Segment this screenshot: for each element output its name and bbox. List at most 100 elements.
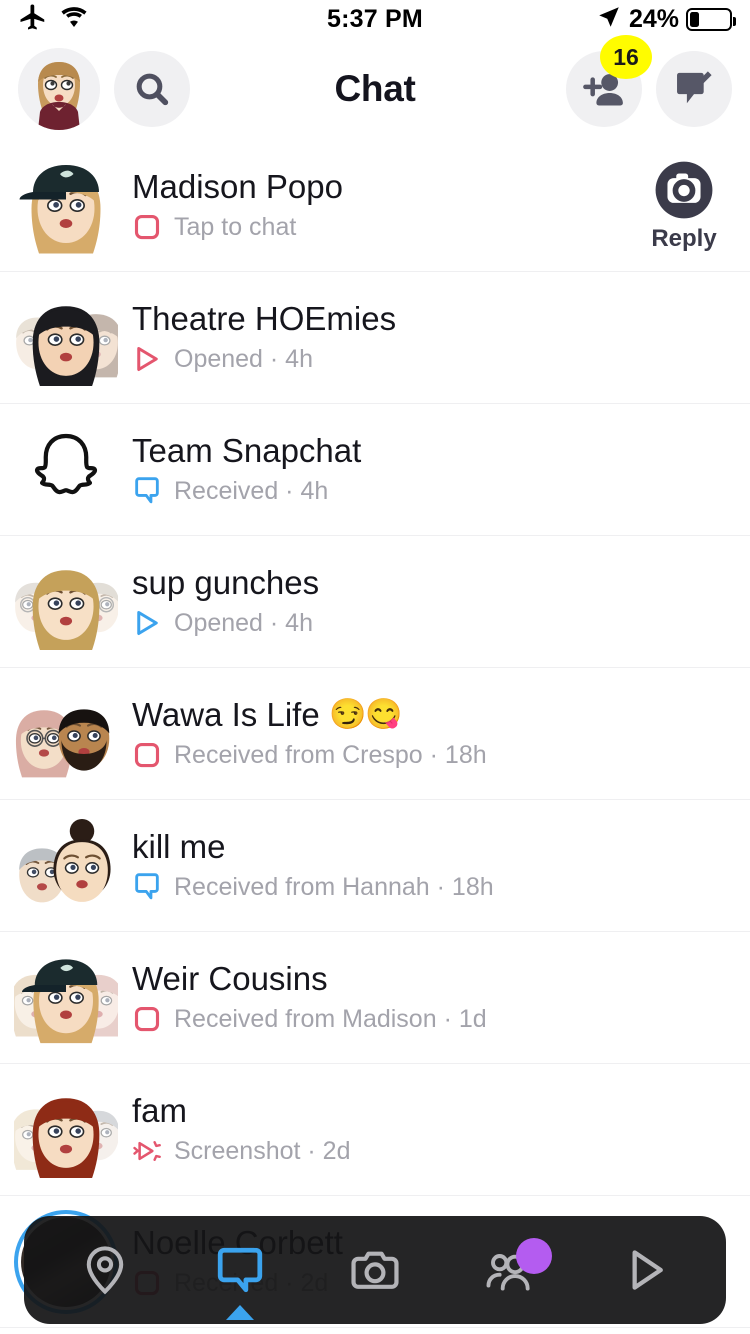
chat-name-text: Weir Cousins: [132, 960, 328, 997]
snapchat-ghost-icon: [34, 433, 98, 494]
camera-icon: [351, 1251, 399, 1289]
chat-name: Wawa Is Life 😏😋: [132, 697, 732, 734]
active-tab-indicator: [226, 1305, 255, 1320]
play-icon: [632, 1250, 663, 1290]
bottom-navigation-bar: [24, 1216, 726, 1324]
header-actions: 16: [566, 35, 732, 127]
add-friend-badge: 16: [600, 35, 652, 79]
chat-row[interactable]: Team Snapchat Received · 4h: [0, 404, 750, 536]
chat-name: sup gunches: [132, 565, 732, 602]
chat-status-icon: [132, 740, 162, 770]
screenshot-icon: [133, 1141, 161, 1162]
chat-row-body: sup gunches Opened · 4h: [118, 565, 732, 639]
chat-row-body: Wawa Is Life 😏😋 Received from Crespo · 1…: [118, 697, 732, 771]
chat-status-text: Opened · 4h: [174, 344, 313, 373]
nav-item-map[interactable]: [38, 1216, 173, 1324]
chat-name-text: Theatre HOEmies: [132, 300, 397, 337]
battery-icon: [686, 7, 736, 31]
chat-name: Weir Cousins: [132, 961, 732, 998]
chat-row-body: Madison Popo Tap to chat: [118, 169, 628, 243]
chat-status-text: Opened · 4h: [174, 608, 313, 637]
bitmoji-couple-beard: [15, 708, 110, 777]
chat-status-icon: [132, 1004, 162, 1034]
chat-status-icon: [132, 476, 162, 506]
nav-item-discover[interactable]: [577, 1216, 712, 1324]
chat-name: fam: [132, 1093, 732, 1130]
chat-square-outline-icon: [134, 215, 160, 240]
app-header: Chat 16: [0, 35, 750, 140]
chat-status: Received from Crespo · 18h: [132, 740, 732, 770]
chat-avatar[interactable]: [14, 814, 118, 918]
chat-square-outline-icon: [134, 743, 160, 768]
search-button[interactable]: [114, 51, 190, 127]
camera-reply-icon: [655, 161, 713, 218]
chat-name: Madison Popo: [132, 169, 628, 206]
chat-name: Theatre HOEmies: [132, 301, 732, 338]
chat-row-body: Theatre HOEmies Opened · 4h: [118, 301, 732, 375]
chat-status-icon: [132, 1136, 162, 1166]
chat-status-icon: [132, 608, 162, 638]
chat-row[interactable]: kill me Received from Hannah · 18h: [0, 800, 750, 932]
chat-name-text: kill me: [132, 828, 226, 865]
chat-avatar[interactable]: [14, 286, 118, 390]
snap-arrow-outline-icon: [137, 347, 158, 372]
chat-row-body: Weir Cousins Received from Madison · 1d: [118, 961, 732, 1035]
chat-status: Received from Hannah · 18h: [132, 872, 732, 902]
chat-status: Received from Madison · 1d: [132, 1004, 732, 1034]
new-chat-button[interactable]: [656, 51, 732, 127]
chat-name: Team Snapchat: [132, 433, 732, 470]
search-icon: [136, 73, 169, 106]
bitmoji-couple-bun: [19, 818, 111, 902]
chat-name-text: Wawa Is Life: [132, 696, 320, 733]
chat-status-icon: [132, 872, 162, 902]
chat-name: kill me: [132, 829, 732, 866]
profile-avatar-button[interactable]: [18, 48, 100, 130]
chat-avatar[interactable]: [14, 946, 118, 1050]
chat-status: Tap to chat: [132, 212, 628, 242]
chat-bubble-outline-icon: [135, 477, 159, 504]
add-friend-button[interactable]: 16: [566, 35, 652, 127]
chat-avatar[interactable]: [14, 418, 118, 522]
nav-item-friends[interactable]: [442, 1216, 577, 1324]
chat-row[interactable]: Weir Cousins Received from Madison · 1d: [0, 932, 750, 1064]
chat-status-text: Received from Hannah · 18h: [174, 872, 494, 901]
chat-status-icon: [132, 344, 162, 374]
chat-avatar[interactable]: [14, 1078, 118, 1182]
chat-avatar[interactable]: [14, 550, 118, 654]
new-chat-icon: [677, 71, 712, 104]
chat-row[interactable]: Theatre HOEmies Opened · 4h: [0, 272, 750, 404]
status-bar-right: 24%: [596, 4, 736, 35]
chat-bubble-icon: [218, 1247, 263, 1293]
bitmoji-group-dark-hair: [16, 305, 118, 386]
chat-avatar[interactable]: [14, 154, 118, 258]
battery-percent-label: 24%: [628, 4, 679, 33]
nav-item-chat[interactable]: [173, 1216, 308, 1324]
location-arrow-icon: [596, 4, 622, 35]
chat-name-emoji: 😏😋: [321, 698, 403, 732]
chat-status-text: Received from Crespo · 18h: [174, 740, 487, 769]
bitmoji-group-cap: [14, 958, 118, 1043]
chat-row[interactable]: fam Screenshot · 2d: [0, 1064, 750, 1196]
friends-notification-dot: [515, 1238, 552, 1274]
chat-bubble-outline-icon: [135, 873, 159, 900]
chat-row-body: fam Screenshot · 2d: [118, 1093, 732, 1167]
chat-status-text: Received from Madison · 1d: [174, 1004, 487, 1033]
bitmoji-group-curly-blonde: [15, 569, 118, 650]
chat-status-text: Received · 4h: [174, 476, 329, 505]
chat-status-text: Screenshot · 2d: [174, 1136, 351, 1165]
chat-name-text: sup gunches: [132, 564, 320, 601]
chat-status: Received · 4h: [132, 476, 732, 506]
chat-row[interactable]: sup gunches Opened · 4h: [0, 536, 750, 668]
chat-list[interactable]: Madison Popo Tap to chat Reply Theatre H…: [0, 140, 750, 1328]
chat-row-body: Team Snapchat Received · 4h: [118, 433, 732, 507]
chat-status: Opened · 4h: [132, 344, 732, 374]
nav-item-camera[interactable]: [308, 1216, 443, 1324]
chat-status: Opened · 4h: [132, 608, 732, 638]
chat-avatar[interactable]: [14, 682, 118, 786]
chat-row[interactable]: Madison Popo Tap to chat Reply: [0, 140, 750, 272]
reply-button[interactable]: Reply: [636, 159, 732, 253]
chat-status: Screenshot · 2d: [132, 1136, 732, 1166]
chat-row[interactable]: Wawa Is Life 😏😋 Received from Crespo · 1…: [0, 668, 750, 800]
chat-name-text: Madison Popo: [132, 168, 343, 205]
map-pin-icon: [87, 1246, 124, 1295]
